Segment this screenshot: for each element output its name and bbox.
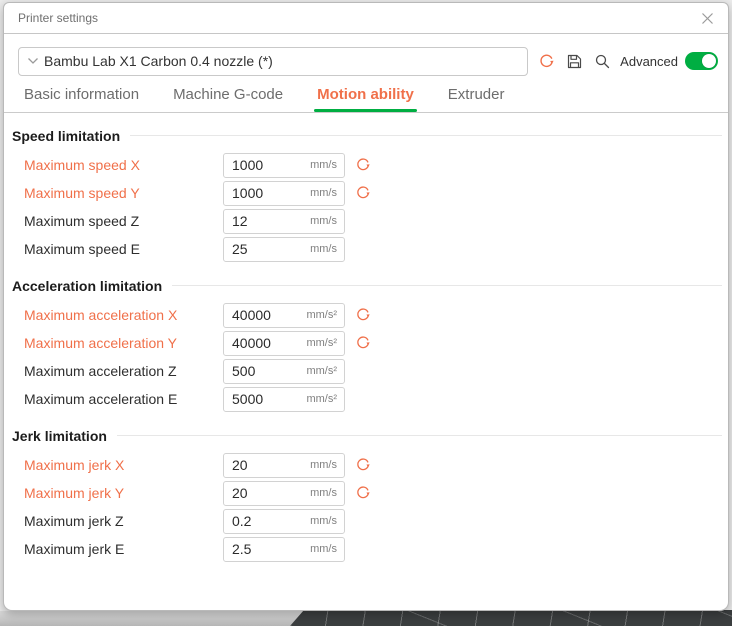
max-jerk-e-input[interactable] xyxy=(224,541,298,557)
tab-motion-ability[interactable]: Motion ability xyxy=(317,86,414,112)
setting-row: Maximum acceleration Z mm/s² xyxy=(4,357,728,385)
screen: Printer settings Bambu Lab X1 Carbon 0.4… xyxy=(0,0,732,626)
max-acceleration-x-input[interactable] xyxy=(224,307,298,323)
setting-label: Maximum speed Y xyxy=(24,185,223,201)
max-acceleration-e-input[interactable] xyxy=(224,391,298,407)
setting-label: Maximum acceleration X xyxy=(24,307,223,323)
setting-input-wrap: mm/s² xyxy=(223,331,345,356)
section-title: Jerk limitation xyxy=(12,428,107,444)
revert-icon[interactable] xyxy=(354,157,371,174)
unit-label: mm/s xyxy=(310,243,337,255)
max-acceleration-y-input[interactable] xyxy=(224,335,298,351)
section-divider xyxy=(172,285,722,286)
section-header-speed: Speed limitation xyxy=(12,125,722,146)
setting-label: Maximum speed Z xyxy=(24,213,223,229)
unit-label: mm/s xyxy=(310,515,337,527)
setting-input-wrap: mm/s xyxy=(223,537,345,562)
setting-row: Maximum jerk X mm/s xyxy=(4,451,728,479)
search-icon[interactable] xyxy=(593,51,612,71)
save-preset-icon[interactable] xyxy=(565,51,584,71)
setting-row: Maximum jerk Z mm/s xyxy=(4,507,728,535)
setting-row: Maximum speed E mm/s xyxy=(4,235,728,263)
setting-row: Maximum speed Z mm/s xyxy=(4,207,728,235)
max-acceleration-z-input[interactable] xyxy=(224,363,298,379)
setting-label: Maximum acceleration Y xyxy=(24,335,223,351)
tab-machine-gcode[interactable]: Machine G-code xyxy=(173,86,283,112)
dialog-title: Printer settings xyxy=(18,11,698,25)
setting-row: Maximum acceleration Y mm/s² xyxy=(4,329,728,357)
setting-label: Maximum jerk Z xyxy=(24,513,223,529)
revert-icon[interactable] xyxy=(354,457,371,474)
setting-row: Maximum acceleration E mm/s² xyxy=(4,385,728,413)
section-title: Speed limitation xyxy=(12,128,120,144)
setting-input-wrap: mm/s xyxy=(223,153,345,178)
max-speed-e-input[interactable] xyxy=(224,241,298,257)
settings-content: Speed limitation Maximum speed X mm/s Ma… xyxy=(4,125,728,563)
toggle-knob xyxy=(702,54,716,68)
preset-row: Bambu Lab X1 Carbon 0.4 nozzle (*) xyxy=(4,34,728,76)
setting-input-wrap: mm/s xyxy=(223,209,345,234)
setting-input-wrap: mm/s² xyxy=(223,387,345,412)
setting-label: Maximum speed X xyxy=(24,157,223,173)
setting-input-wrap: mm/s² xyxy=(223,303,345,328)
setting-label: Maximum speed E xyxy=(24,241,223,257)
unit-label: mm/s xyxy=(310,187,337,199)
close-icon[interactable] xyxy=(698,9,716,27)
unit-label: mm/s xyxy=(310,159,337,171)
max-speed-y-input[interactable] xyxy=(224,185,298,201)
max-speed-z-input[interactable] xyxy=(224,213,298,229)
setting-label: Maximum jerk Y xyxy=(24,485,223,501)
advanced-label: Advanced xyxy=(620,54,678,69)
section-divider xyxy=(117,435,722,436)
setting-input-wrap: mm/s xyxy=(223,453,345,478)
unit-label: mm/s² xyxy=(306,393,337,405)
unit-label: mm/s xyxy=(310,543,337,555)
setting-row: Maximum speed X mm/s xyxy=(4,151,728,179)
unit-label: mm/s² xyxy=(306,309,337,321)
reset-preset-icon[interactable] xyxy=(537,51,556,71)
max-jerk-z-input[interactable] xyxy=(224,513,298,529)
unit-label: mm/s² xyxy=(306,365,337,377)
unit-label: mm/s² xyxy=(306,337,337,349)
section-title: Acceleration limitation xyxy=(12,278,162,294)
revert-icon[interactable] xyxy=(354,307,371,324)
setting-input-wrap: mm/s xyxy=(223,509,345,534)
printer-preset-select[interactable]: Bambu Lab X1 Carbon 0.4 nozzle (*) xyxy=(18,47,528,76)
printer-settings-dialog: Printer settings Bambu Lab X1 Carbon 0.4… xyxy=(3,2,729,611)
setting-label: Maximum jerk X xyxy=(24,457,223,473)
setting-input-wrap: mm/s xyxy=(223,181,345,206)
section-header-acceleration: Acceleration limitation xyxy=(12,275,722,296)
setting-row: Maximum jerk Y mm/s xyxy=(4,479,728,507)
chevron-down-icon xyxy=(27,57,39,65)
tabbar: Basic information Machine G-code Motion … xyxy=(4,76,728,113)
unit-label: mm/s xyxy=(310,459,337,471)
revert-icon[interactable] xyxy=(354,185,371,202)
preset-name: Bambu Lab X1 Carbon 0.4 nozzle (*) xyxy=(44,53,273,69)
build-plate xyxy=(290,610,732,626)
titlebar: Printer settings xyxy=(4,3,728,34)
max-speed-x-input[interactable] xyxy=(224,157,298,173)
section-header-jerk: Jerk limitation xyxy=(12,425,722,446)
setting-row: Maximum speed Y mm/s xyxy=(4,179,728,207)
setting-row: Maximum acceleration X mm/s² xyxy=(4,301,728,329)
unit-label: mm/s xyxy=(310,487,337,499)
tab-basic-information[interactable]: Basic information xyxy=(24,86,139,112)
max-jerk-x-input[interactable] xyxy=(224,457,298,473)
tab-extruder[interactable]: Extruder xyxy=(448,86,505,112)
revert-icon[interactable] xyxy=(354,335,371,352)
unit-label: mm/s xyxy=(310,215,337,227)
setting-label: Maximum jerk E xyxy=(24,541,223,557)
setting-row: Maximum jerk E mm/s xyxy=(4,535,728,563)
setting-input-wrap: mm/s xyxy=(223,237,345,262)
advanced-toggle[interactable] xyxy=(685,52,718,70)
revert-icon[interactable] xyxy=(354,485,371,502)
setting-input-wrap: mm/s xyxy=(223,481,345,506)
setting-input-wrap: mm/s² xyxy=(223,359,345,384)
setting-label: Maximum acceleration Z xyxy=(24,363,223,379)
setting-label: Maximum acceleration E xyxy=(24,391,223,407)
max-jerk-y-input[interactable] xyxy=(224,485,298,501)
section-divider xyxy=(130,135,722,136)
